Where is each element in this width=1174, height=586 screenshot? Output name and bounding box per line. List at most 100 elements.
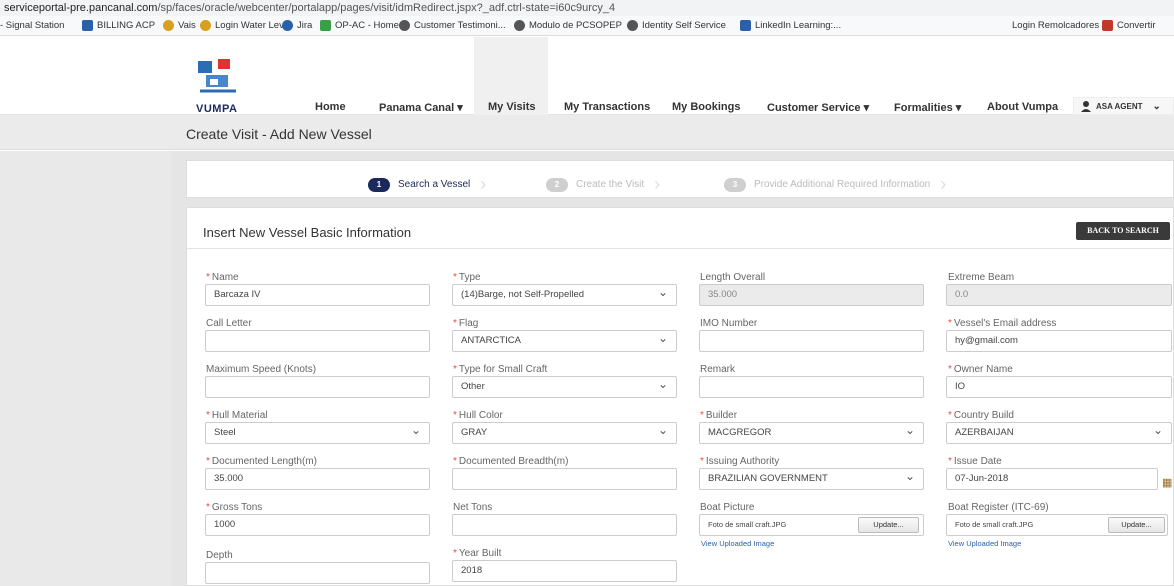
bookmark-vais[interactable]: Vais (163, 20, 196, 31)
bookmark-linkedin-learning[interactable]: LinkedIn Learning:... (740, 20, 841, 31)
vumpa-logo-icon[interactable] (196, 57, 240, 103)
name-field[interactable]: Barcaza IV (205, 284, 430, 306)
nav-my-transactions[interactable]: My Transactions (564, 101, 650, 113)
flag-label: * Flag (453, 318, 479, 329)
country-build-select[interactable]: AZERBAIJAN (946, 422, 1172, 444)
issuing-authority-select[interactable]: BRAZILIAN GOVERNMENT (699, 468, 924, 490)
nav-formalities[interactable]: Formalities ▾ (894, 101, 961, 114)
step-label: Search a Vessel (398, 179, 471, 190)
bookmark-modulo-pcsopep[interactable]: Modulo de PCSOPEP (514, 20, 622, 31)
bookmark-login-water-level[interactable]: Login Water Level (200, 20, 291, 31)
call-letter-label: Call Letter (206, 318, 252, 329)
bookmarks-bar: - Signal Station BILLING ACP Vais Login … (0, 16, 1174, 36)
globe-icon (627, 20, 638, 31)
extreme-beam-field: 0.0 (946, 284, 1172, 306)
jira-icon (282, 20, 293, 31)
boat-register-view-link[interactable]: View Uploaded Image (948, 539, 1021, 548)
issuing-authority-label: * Issuing Authority (700, 456, 780, 467)
step-label: Create the Visit (576, 179, 645, 190)
nav-my-visits[interactable]: My Visits (488, 101, 536, 113)
panel-title: Insert New Vessel Basic Information (203, 225, 412, 240)
year-built-field[interactable]: 2018 (452, 560, 677, 582)
builder-select[interactable]: MACGREGOR (699, 422, 924, 444)
page-header-bar (0, 115, 1174, 150)
small-craft-type-select[interactable]: Other (452, 376, 677, 398)
hull-color-label: * Hull Color (453, 410, 503, 421)
bookmark-signal-station[interactable]: - Signal Station (0, 20, 64, 31)
bookmark-jira[interactable]: Jira (282, 20, 312, 31)
bookmark-op-ac-home[interactable]: OP-AC - Home (320, 20, 399, 31)
boat-picture-view-link[interactable]: View Uploaded Image (701, 539, 774, 548)
nav-customer-service[interactable]: Customer Service ▾ (767, 101, 869, 114)
email-label: * Vessel's Email address (948, 318, 1057, 329)
nav-about-vumpa[interactable]: About Vumpa (987, 101, 1058, 113)
wizard-steps (186, 160, 1174, 198)
issue-date-label: * Issue Date (948, 456, 1002, 467)
boat-picture-update-button[interactable]: Update... (858, 517, 919, 533)
remark-field[interactable] (699, 376, 924, 398)
small-craft-type-label: * Type for Small Craft (453, 364, 548, 375)
flag-select[interactable]: ANTARCTICA (452, 330, 677, 352)
chevron-right-icon: › (654, 174, 661, 194)
max-speed-label: Maximum Speed (Knots) (206, 364, 317, 375)
bookmark-customer-testimoni[interactable]: Customer Testimoni... (399, 20, 506, 31)
net-tons-label: Net Tons (453, 502, 493, 513)
user-menu[interactable]: ASA AGENT ⌄ (1073, 97, 1174, 115)
depth-label: Depth (206, 550, 233, 561)
bookmark-billing-acp[interactable]: BILLING ACP (82, 20, 155, 31)
divider (186, 248, 1174, 249)
chevron-right-icon: › (940, 174, 947, 194)
hull-color-select[interactable]: GRAY (452, 422, 677, 444)
linkedin-icon (740, 20, 751, 31)
builder-label: * Builder (700, 410, 738, 421)
nav-panama-canal[interactable]: Panama Canal ▾ (379, 101, 463, 114)
user-name: ASA AGENT (1096, 101, 1143, 111)
url-domain: serviceportal-pre.pancanal.com (4, 2, 158, 14)
step-search-vessel[interactable]: 1 Search a Vessel › (368, 174, 486, 195)
email-field[interactable]: hy@gmail.com (946, 330, 1172, 352)
max-speed-field[interactable] (205, 376, 430, 398)
calendar-icon[interactable]: ▦ (1162, 476, 1172, 489)
gross-tons-field[interactable]: 1000 (205, 514, 430, 536)
opac-icon (320, 20, 331, 31)
step-number: 3 (724, 177, 746, 192)
hull-material-label: * Hull Material (206, 410, 268, 421)
doc-breadth-field[interactable] (452, 468, 677, 490)
url-path: /sp/faces/oracle/webcenter/portalapp/pag… (157, 2, 616, 14)
name-label: * Name (206, 272, 239, 283)
billing-icon (82, 20, 93, 31)
length-overall-label: Length Overall (700, 272, 766, 283)
nav-home[interactable]: Home (315, 101, 346, 113)
back-to-search-button[interactable]: BACK TO SEARCH (1076, 222, 1170, 240)
bookmark-identity-self-service[interactable]: Identity Self Service (627, 20, 726, 31)
call-letter-field[interactable] (205, 330, 430, 352)
gross-tons-label: * Gross Tons (206, 502, 263, 513)
remark-label: Remark (700, 364, 736, 375)
chevron-down-icon: ⌄ (1152, 100, 1161, 112)
depth-field[interactable] (205, 562, 430, 584)
nav-my-bookings[interactable]: My Bookings (672, 101, 740, 113)
net-tons-field[interactable] (452, 514, 677, 536)
year-built-label: * Year Built (453, 548, 502, 559)
step-label: Provide Additional Required Information (754, 179, 931, 190)
owner-name-field[interactable]: IO (946, 376, 1172, 398)
globe-icon (399, 20, 410, 31)
bookmark-login-remolcadores[interactable]: Login Remolcadores (1012, 20, 1099, 31)
bookmark-convertir[interactable]: Convertir (1102, 20, 1156, 31)
globe-icon (514, 20, 525, 31)
step-number: 1 (368, 177, 390, 192)
step-additional-info: 3 Provide Additional Required Informatio… (724, 174, 946, 195)
type-select[interactable]: (14)Barge, not Self-Propelled (452, 284, 677, 306)
address-bar[interactable]: serviceportal-pre.pancanal.com/sp/faces/… (0, 0, 1174, 16)
issue-date-field[interactable]: 07-Jun-2018 (946, 468, 1158, 490)
imo-number-label: IMO Number (700, 318, 758, 329)
chevron-right-icon: › (480, 174, 487, 194)
page-title: Create Visit - Add New Vessel (186, 126, 372, 142)
star-icon (163, 20, 174, 31)
doc-length-label: * Documented Length(m) (206, 456, 317, 467)
country-build-label: * Country Build (948, 410, 1014, 421)
boat-register-update-button[interactable]: Update... (1108, 517, 1165, 533)
doc-length-field[interactable]: 35.000 (205, 468, 430, 490)
imo-number-field[interactable] (699, 330, 924, 352)
hull-material-select[interactable]: Steel (205, 422, 430, 444)
